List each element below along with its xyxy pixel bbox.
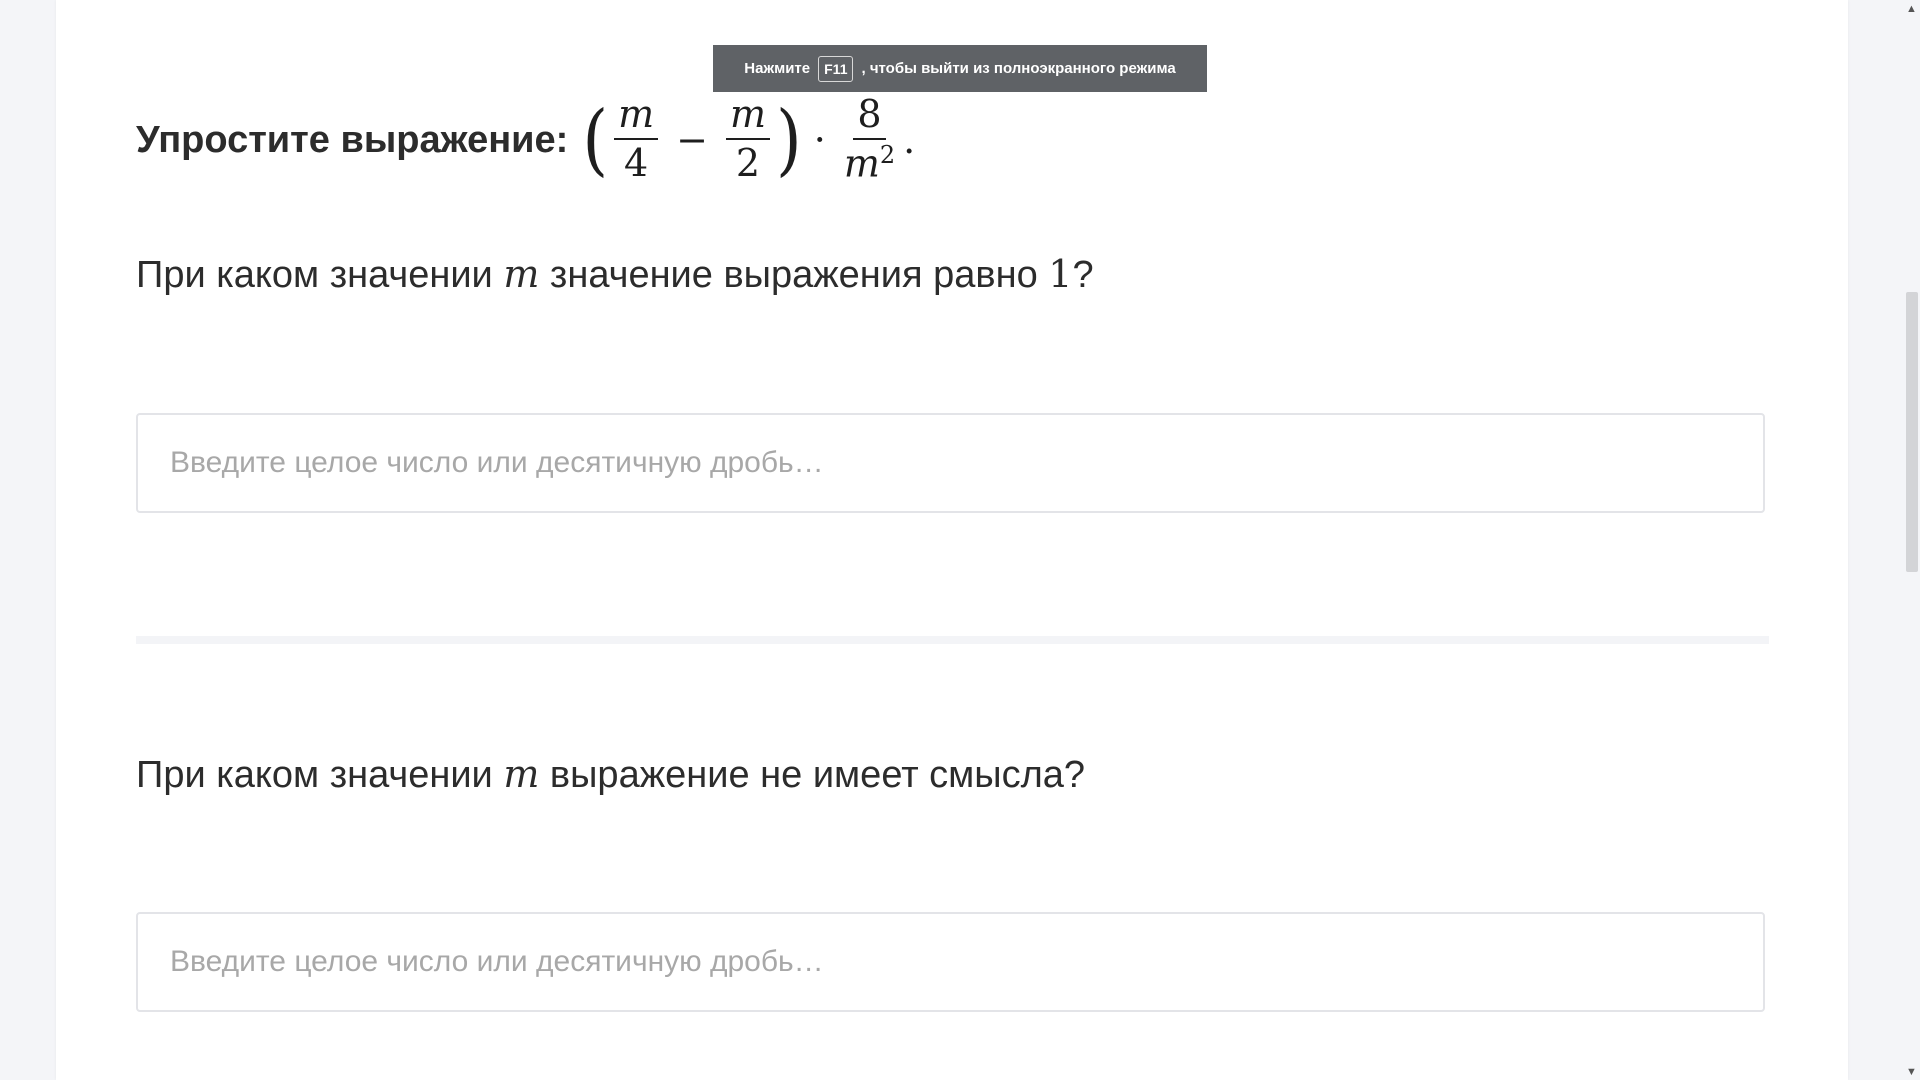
question-1-end: ? xyxy=(1072,254,1094,296)
f11-key-icon: F11 xyxy=(818,55,854,82)
fullscreen-exit-toast: Нажмите F11 , чтобы выйти из полноэкранн… xyxy=(713,45,1207,92)
vertical-scrollbar[interactable]: ▲ ▼ xyxy=(1903,0,1920,1080)
multiply-dot: · xyxy=(813,117,826,162)
scrollbar-thumb[interactable] xyxy=(1906,292,1918,572)
fraction-8-over-m-squared: 8 m2 xyxy=(844,93,895,186)
fraction-m-over-4: m 4 xyxy=(614,93,659,186)
answer-2-input[interactable] xyxy=(136,912,1765,1012)
question-2-post: выражение не имеет смысла? xyxy=(539,754,1086,796)
question-1-variable: m xyxy=(503,252,540,296)
denominator-base: m xyxy=(843,141,880,186)
question-2-pre: При каком значении xyxy=(136,754,504,796)
question-1: При каком значении m значение выражения … xyxy=(136,252,1094,297)
question-2: При каком значении m выражение не имеет … xyxy=(136,752,1085,797)
fraction-m-over-2: m 2 xyxy=(725,93,770,186)
scroll-down-arrow-icon[interactable]: ▼ xyxy=(1903,1063,1920,1080)
toast-post-text: , чтобы выйти из полноэкранного режима xyxy=(861,60,1176,77)
denominator-exponent: 2 xyxy=(879,140,896,169)
question-divider xyxy=(136,636,1769,644)
close-paren: ) xyxy=(776,93,802,185)
fraction-denominator: 2 xyxy=(735,141,761,186)
question-1-number: 1 xyxy=(1048,252,1073,296)
question-1-post: значение выражения равно xyxy=(539,254,1049,296)
open-paren: ( xyxy=(582,93,609,185)
fraction-denominator: m2 xyxy=(844,140,895,186)
fraction-numerator: 8 xyxy=(853,93,886,140)
task-title-text: Упростите выражение: xyxy=(136,118,569,161)
task-title: Упростите выражение: ( m 4 − m 2 ) · 8 m… xyxy=(136,88,927,192)
expression-end-period: . xyxy=(903,117,916,162)
toast-pre-text: Нажмите xyxy=(744,60,811,77)
fraction-numerator: m xyxy=(614,93,659,141)
scroll-up-arrow-icon[interactable]: ▲ xyxy=(1903,0,1920,17)
minus-sign: − xyxy=(676,117,708,162)
fraction-numerator: m xyxy=(725,93,770,141)
question-2-variable: m xyxy=(503,752,540,796)
task-expression: ( m 4 − m 2 ) · 8 m2 . xyxy=(582,93,927,186)
task-card: Упростите выражение: ( m 4 − m 2 ) · 8 m… xyxy=(56,0,1848,1080)
answer-1-input[interactable] xyxy=(136,413,1765,513)
fraction-denominator: 4 xyxy=(623,141,649,186)
question-1-pre: При каком значении xyxy=(136,254,504,296)
task-content: Упростите выражение: ( m 4 − m 2 ) · 8 m… xyxy=(136,0,1769,1080)
